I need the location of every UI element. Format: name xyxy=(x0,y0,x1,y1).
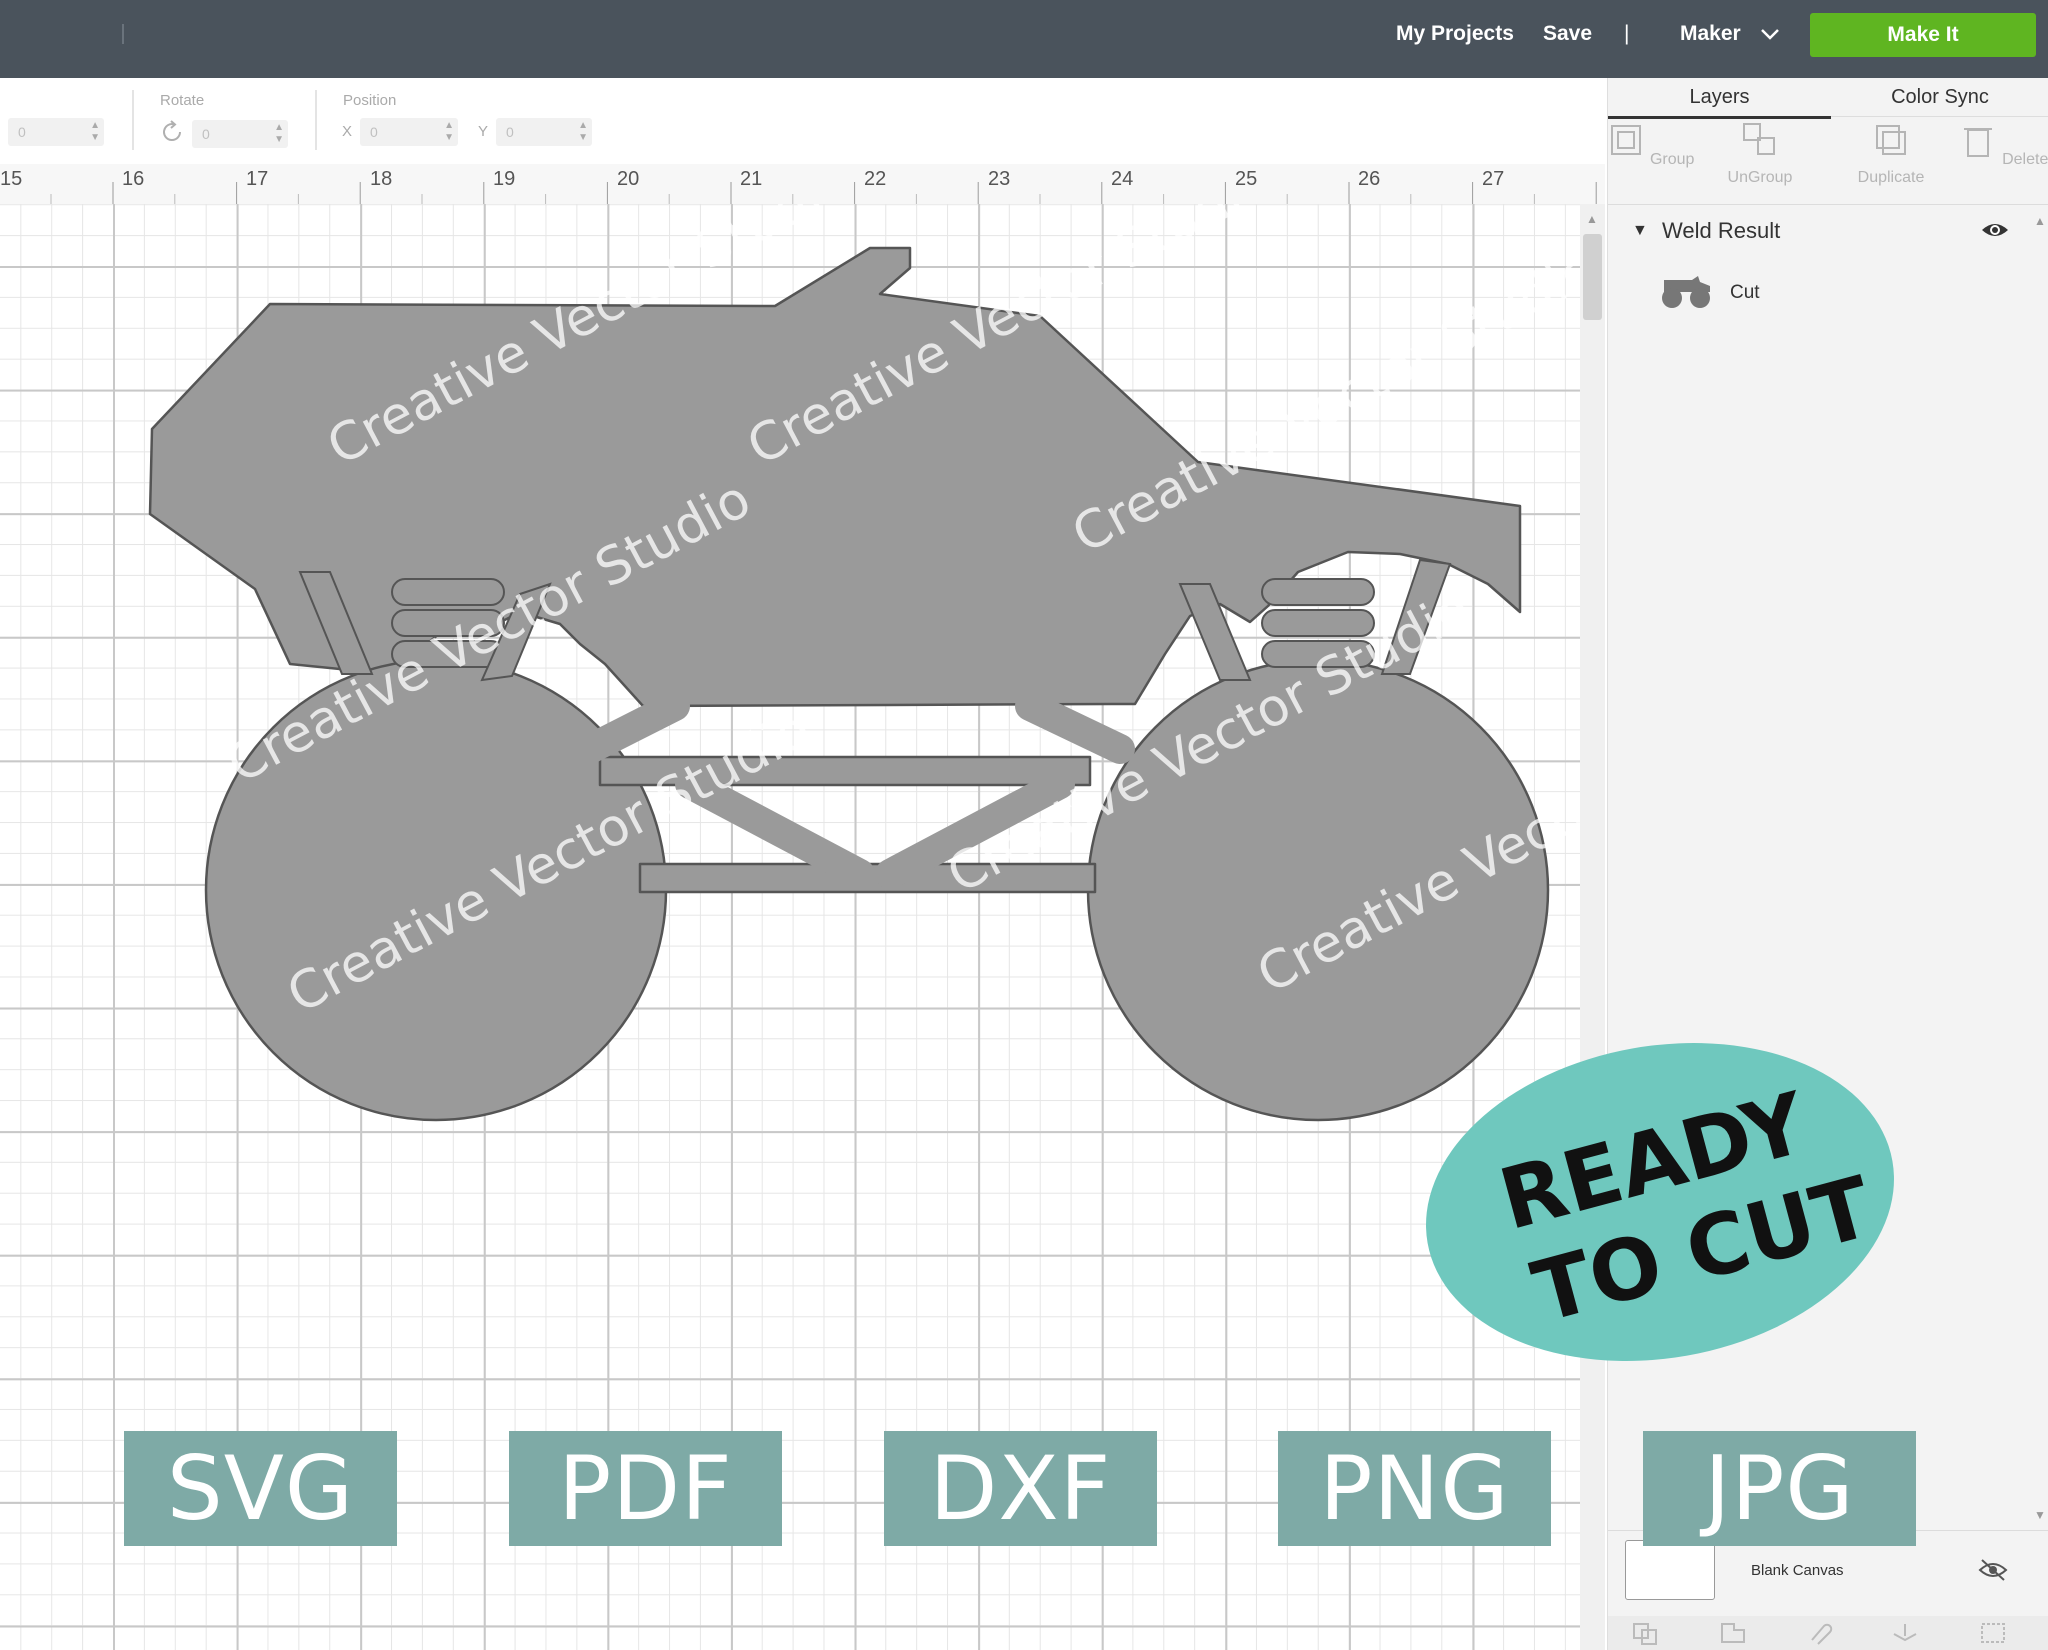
y-value: 0 xyxy=(506,124,514,140)
contour-icon[interactable] xyxy=(1978,1620,2008,1646)
ruler-label: 16 xyxy=(122,168,145,190)
blank-canvas-label: Blank Canvas xyxy=(1751,1562,1844,1579)
stepper-arrows-icon[interactable]: ▲ ▼ xyxy=(90,120,100,144)
ruler-label: 27 xyxy=(1482,168,1505,190)
duplicate-icon xyxy=(1876,125,1906,155)
position-y-input[interactable]: 0 ▲ ▼ xyxy=(496,118,592,146)
canvas-vertical-scrollbar[interactable]: ▲ xyxy=(1580,204,1605,1650)
y-label: Y xyxy=(478,123,489,140)
caret-down-icon[interactable]: ▼ xyxy=(1632,222,1648,240)
ungroup-button[interactable]: UnGroup xyxy=(1710,120,1810,187)
ruler-label: 21 xyxy=(740,168,763,190)
rotate-value: 0 xyxy=(202,126,210,142)
slice-icon[interactable] xyxy=(1630,1620,1660,1646)
size-input[interactable]: 0 ▲ ▼ xyxy=(8,118,104,146)
ruler-label: 17 xyxy=(246,168,269,190)
ruler-label: 20 xyxy=(617,168,640,190)
ruler-label: 26 xyxy=(1358,168,1381,190)
stepper-arrows-icon[interactable]: ▲ ▼ xyxy=(444,120,454,144)
group-icon xyxy=(1610,125,1641,155)
ruler-label: 23 xyxy=(988,168,1011,190)
chevron-down-icon[interactable] xyxy=(1758,22,1782,46)
machine-select[interactable]: Maker xyxy=(1680,22,1741,46)
top-bar-divider xyxy=(122,24,124,44)
group-button[interactable]: Group xyxy=(1600,120,1700,169)
ungroup-label: UnGroup xyxy=(1727,169,1793,186)
format-svg-label: SVG xyxy=(124,1431,397,1546)
truck-thumbnail-icon xyxy=(1662,276,1710,308)
panel-scroll-up-icon[interactable]: ▲ xyxy=(2034,214,2046,228)
top-bar: My Projects Save | Maker Make It xyxy=(0,0,2048,78)
scrollbar-thumb[interactable] xyxy=(1583,234,1602,320)
ruler-label: 15 xyxy=(0,168,23,190)
rotate-label: Rotate xyxy=(160,92,205,109)
edit-toolbar: 0 ▲ ▼ Rotate 0 ▲ ▼ Position X 0 ▲ ▼ Y 0 ▲ ▼ xyxy=(0,78,1605,165)
stepper-arrows-icon[interactable]: ▲ ▼ xyxy=(578,120,588,144)
format-png-label: PNG xyxy=(1278,1431,1551,1546)
layers-panel: Layers Color Sync Group UnGroup Duplicat… xyxy=(1607,78,2048,1650)
duplicate-button[interactable]: Duplicate xyxy=(1841,120,1941,187)
size-value: 0 xyxy=(18,124,26,140)
tab-layers[interactable]: Layers xyxy=(1608,78,1831,119)
panel-divider xyxy=(1608,204,2048,205)
x-label: X xyxy=(342,123,353,140)
group-label: Group xyxy=(1649,151,1695,168)
toolbar-divider xyxy=(132,90,134,150)
layer-group-row[interactable]: ▼ Weld Result xyxy=(1622,214,2032,254)
scroll-up-icon[interactable]: ▲ xyxy=(1586,212,1598,226)
my-projects-link[interactable]: My Projects xyxy=(1396,22,1514,46)
topbar-separator: | xyxy=(1624,22,1630,45)
ruler-label: 24 xyxy=(1111,168,1134,190)
ready-to-cut-badge: READY TO CUT xyxy=(1426,1042,1894,1362)
ruler-label: 22 xyxy=(864,168,887,190)
make-it-button[interactable]: Make It xyxy=(1810,13,2036,57)
rotate-icon xyxy=(163,120,182,141)
ruler-label: 18 xyxy=(370,168,393,190)
eye-hidden-icon[interactable] xyxy=(1978,1558,2008,1582)
flatten-icon[interactable] xyxy=(1890,1620,1920,1646)
weld-icon[interactable] xyxy=(1718,1620,1748,1646)
horizontal-ruler: 15 16 17 18 19 20 21 22 23 24 25 26 27 xyxy=(0,164,1605,205)
position-x-input[interactable]: 0 ▲ ▼ xyxy=(360,118,458,146)
delete-label: Delete xyxy=(2002,151,2048,168)
delete-button[interactable]: Delete xyxy=(1953,120,2048,169)
ungroup-icon xyxy=(1743,123,1775,155)
x-value: 0 xyxy=(370,124,378,140)
panel-scroll-down-icon[interactable]: ▼ xyxy=(2034,1508,2046,1522)
layer-item-row[interactable]: Cut xyxy=(1658,274,1958,314)
position-label: Position xyxy=(343,92,397,109)
trash-icon xyxy=(1963,128,1992,157)
save-button[interactable]: Save xyxy=(1543,22,1592,46)
attach-icon[interactable] xyxy=(1804,1620,1834,1646)
ruler-label: 19 xyxy=(493,168,516,190)
eye-icon[interactable] xyxy=(1980,220,2010,240)
format-pdf-label: PDF xyxy=(509,1431,782,1546)
stepper-arrows-icon[interactable]: ▲ ▼ xyxy=(274,122,284,146)
format-jpg-label: JPG xyxy=(1643,1431,1916,1546)
duplicate-label: Duplicate xyxy=(1857,169,1925,186)
toolbar-divider xyxy=(315,90,317,150)
panel-bottom-toolbar xyxy=(1608,1616,2048,1650)
tab-color-sync[interactable]: Color Sync xyxy=(1831,78,2048,117)
layer-name: Weld Result xyxy=(1662,218,1781,243)
layer-item-label: Cut xyxy=(1730,282,1760,303)
rotate-input[interactable]: 0 ▲ ▼ xyxy=(192,120,288,148)
blank-canvas-swatch[interactable] xyxy=(1625,1540,1715,1600)
ruler-label: 25 xyxy=(1235,168,1258,190)
format-dxf-label: DXF xyxy=(884,1431,1157,1546)
